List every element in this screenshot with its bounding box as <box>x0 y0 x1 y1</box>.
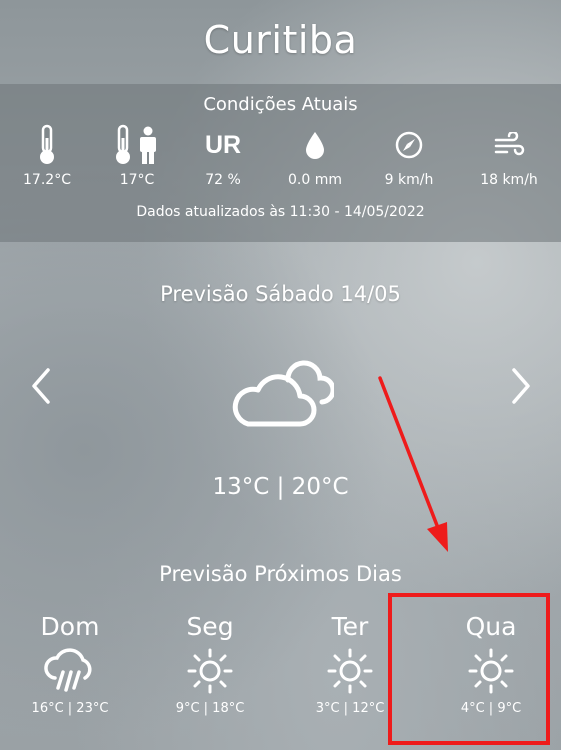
annotation-arrow <box>378 376 448 552</box>
